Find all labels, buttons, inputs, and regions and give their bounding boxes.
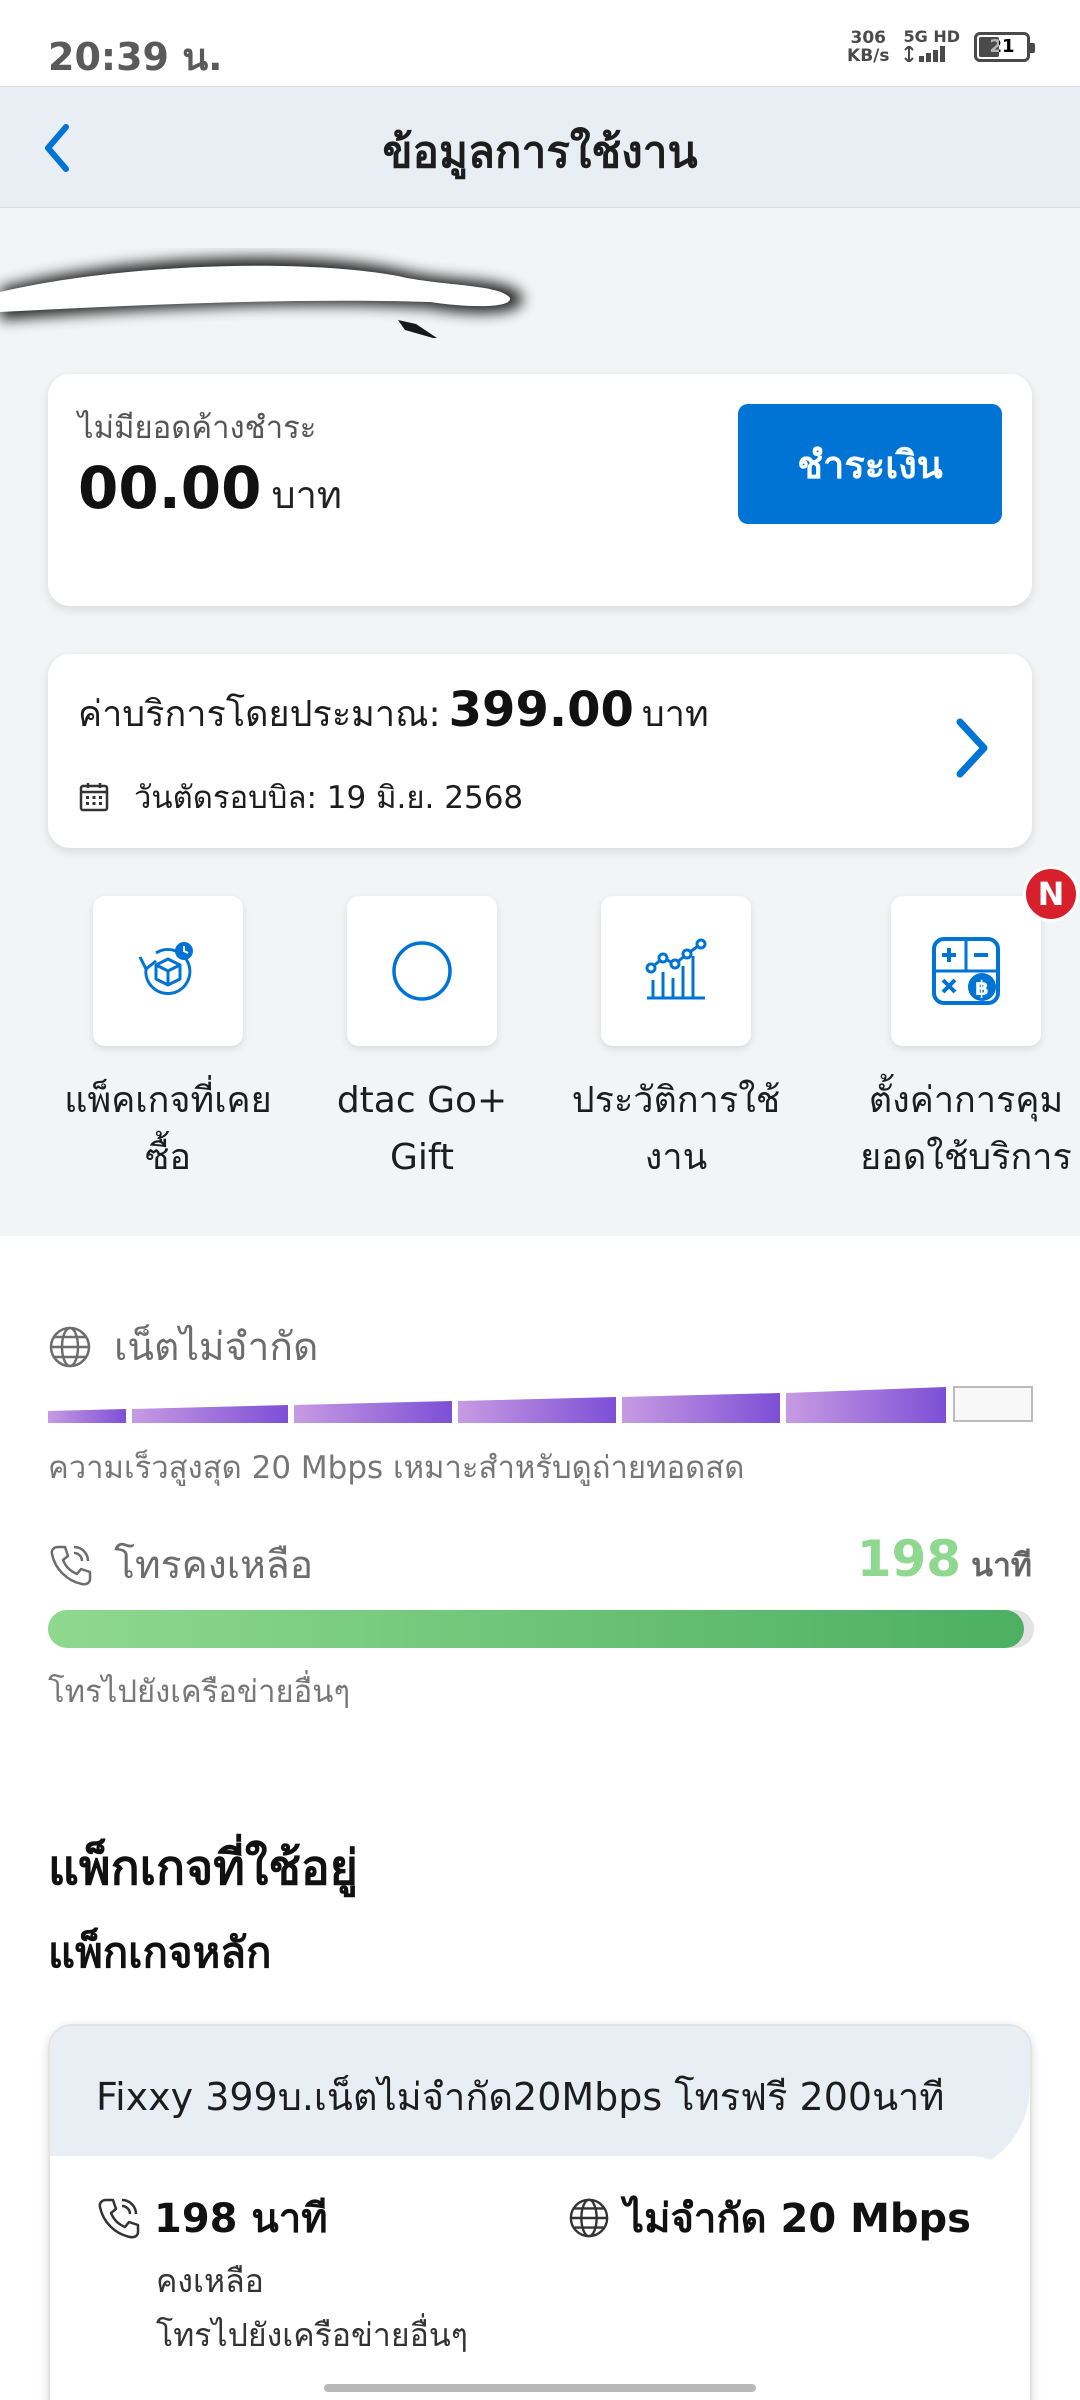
package-name: Fixxy 399บ.เน็ตไม่จำกัด20Mbps โทรฟรี 200… (50, 2026, 1030, 2176)
bill-cutoff: วันตัดรอบบิล: 19 มิ.ย. 2568 (78, 772, 523, 822)
svg-text:฿: ฿ (975, 976, 989, 1000)
status-bar: 20:39 น. 306 KB/s 5G HD 21 (0, 0, 1080, 86)
quick-action-label: ประวัติการใช้ งาน (571, 1080, 781, 1178)
estimated-charge-value: 399.00 (448, 682, 634, 738)
call-progress-bar (48, 1610, 1034, 1648)
main-package-title: แพ็กเกจหลัก (48, 1928, 272, 1977)
app-header: ข้อมูลการใช้งาน (0, 86, 1080, 208)
quick-action-go-gift[interactable]: dtac Go+ Gift (312, 896, 532, 1186)
package-body: 198 นาที คงเหลือ โทรไปยังเครือข่ายอื่นๆ … (50, 2156, 1030, 2400)
call-usage-header: โทรคงเหลือ (48, 1534, 313, 1596)
chart-icon (645, 938, 707, 1000)
estimated-charge-label: ค่าบริการโดยประมาณ: (78, 694, 441, 735)
status-time: 20:39 น. (48, 35, 223, 79)
packages-section-title: แพ็กเกจที่ใช้อยู่ (48, 1840, 358, 1896)
balance-unit: บาท (271, 473, 342, 517)
quick-action-label: แพ็คเกจที่เคย ซื้อ (64, 1080, 272, 1178)
estimated-charge-unit: บาท (641, 694, 709, 735)
circle-icon (392, 941, 452, 1001)
battery-level: 21 (989, 36, 1015, 57)
quick-action-usage-history[interactable]: ประวัติการใช้ งาน (566, 896, 786, 1186)
package-call-network-label: โทรไปยังเครือข่ายอื่นๆ (156, 2316, 468, 2354)
internet-usage-title: เน็ตไม่จำกัด (114, 1325, 319, 1370)
redacted-name-scribble (0, 257, 523, 338)
network-type: 5G HD (903, 28, 960, 66)
package-call-value: 198 นาที (154, 2196, 328, 2242)
balance-card: ไม่มียอดค้างชำระ 00.00 บาท ชำระเงิน (48, 374, 1032, 606)
network-speed: 306 KB/s (847, 28, 890, 66)
globe-icon (49, 1326, 91, 1368)
calculator-baht-icon: ฿ (932, 937, 1000, 1005)
account-summary: ไม่มียอดค้างชำระ 00.00 บาท ชำระเงิน ค่าบ… (0, 208, 1080, 1236)
internet-description: ความเร็วสูงสุด 20 Mbps เหมาะสำหรับดูถ่าย… (48, 1450, 745, 1486)
quick-action-label: dtac Go+ Gift (336, 1080, 508, 1178)
status-indicators: 306 KB/s 5G HD 21 (847, 28, 1035, 66)
quick-action-label: ตั้งค่าการคุม ยอดใช้บริการ (860, 1080, 1072, 1178)
phone-icon (98, 2198, 140, 2239)
bill-cutoff-text: วันตัดรอบบิล: 19 มิ.ย. 2568 (134, 780, 524, 816)
quick-action-usage-control[interactable]: ฿ N ตั้งค่าการคุม ยอดใช้บริการ (854, 866, 1079, 1186)
quick-action-tile[interactable] (601, 896, 751, 1046)
package-history-icon (138, 942, 193, 995)
internet-usage-header: เน็ตไม่จำกัด (48, 1316, 318, 1378)
signal-icon (904, 44, 946, 64)
call-progress-fill (48, 1610, 1025, 1648)
home-indicator[interactable] (324, 2384, 756, 2392)
package-call-remaining-label: คงเหลือ (156, 2262, 264, 2300)
package-call-allowance: 198 นาที (96, 2186, 328, 2250)
pay-button[interactable]: ชำระเงิน (738, 404, 1002, 524)
phone-icon (50, 1545, 92, 1586)
balance-amount: 00.00 บาท (78, 454, 342, 525)
call-remaining: 198 นาที (857, 1530, 1032, 1591)
battery-icon: 21 (974, 32, 1035, 62)
package-data-allowance: ไม่จำกัด 20 Mbps (568, 2186, 971, 2250)
quick-action-package-history[interactable]: แพ็คเกจที่เคย ซื้อ (58, 896, 278, 1186)
globe-icon (569, 2198, 609, 2238)
estimated-charge-card[interactable]: ค่าบริการโดยประมาณ: 399.00 บาท วันตัดรอบ… (48, 654, 1032, 848)
page-title: ข้อมูลการใช้งาน (382, 127, 698, 178)
usage-page: 20:39 น. 306 KB/s 5G HD 21 ข้อมูลการใช้ง… (0, 0, 1080, 2400)
chevron-right-icon (956, 718, 988, 778)
main-package-card[interactable]: Fixxy 399บ.เน็ตไม่จำกัด20Mbps โทรฟรี 200… (48, 2024, 1032, 2400)
call-remaining-unit: นาที (971, 1546, 1032, 1584)
internet-segment-bar (48, 1386, 1033, 1423)
calendar-icon (79, 783, 109, 812)
call-usage-title: โทรคงเหลือ (114, 1543, 314, 1588)
quick-action-tile[interactable] (93, 896, 243, 1046)
new-badge: N (1023, 866, 1079, 922)
quick-action-tile[interactable]: ฿ N (891, 866, 1079, 1046)
estimated-charge: ค่าบริการโดยประมาณ: 399.00 บาท (78, 682, 709, 742)
quick-action-tile[interactable] (347, 896, 497, 1046)
balance-label: ไม่มียอดค้างชำระ (78, 410, 317, 446)
package-data-value: ไม่จำกัด 20 Mbps (624, 2196, 971, 2242)
call-description: โทรไปยังเครือข่ายอื่นๆ (48, 1674, 351, 1710)
call-remaining-value: 198 (856, 1530, 962, 1588)
balance-value: 00.00 (78, 454, 262, 522)
